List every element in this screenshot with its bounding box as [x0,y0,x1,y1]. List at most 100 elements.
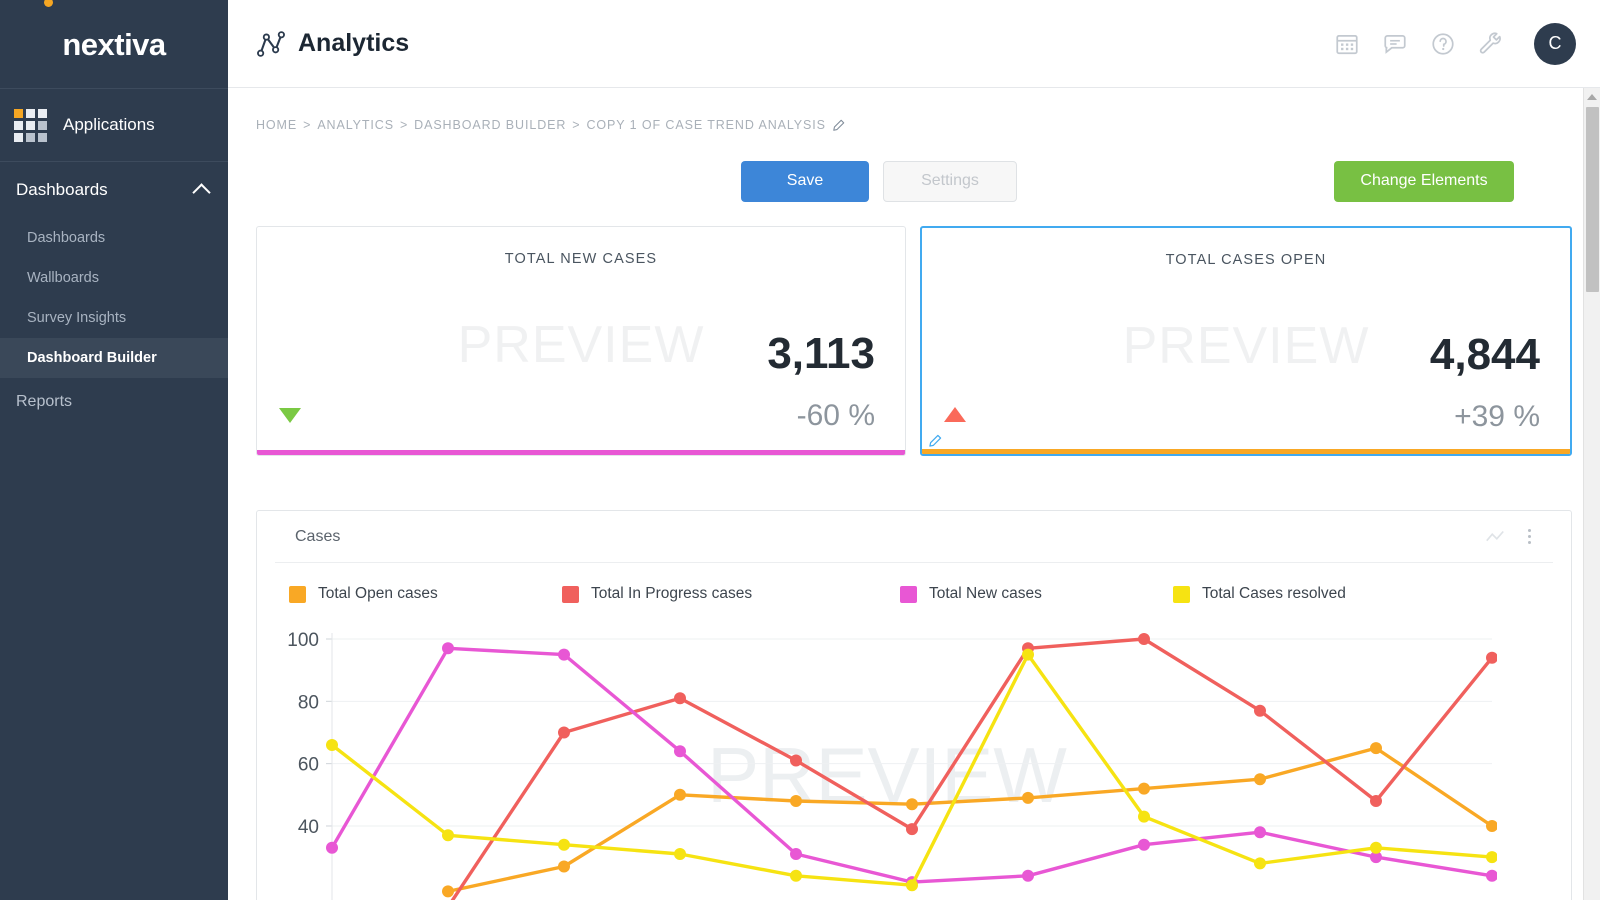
sidebar-item-wallboards[interactable]: Wallboards [0,258,228,298]
sidebar-item-reports[interactable]: Reports [0,378,228,426]
applications-label: Applications [63,115,155,134]
data-point [674,692,686,705]
kpi-title: TOTAL CASES OPEN [1165,252,1327,268]
save-button[interactable]: Save [741,160,869,202]
app-root: nextiva Applications Dashboards Dashboar… [0,0,1600,900]
kpi-card-total-new-cases[interactable]: TOTAL NEW CASES PREVIEW 3,113 -60 % [256,226,906,456]
kpi-card-total-cases-open[interactable]: TOTAL CASES OPEN PREVIEW 4,844 +39 % [920,226,1572,456]
action-toolbar: Save Settings Change Elements [228,132,1600,208]
breadcrumb-separator: > [399,118,409,132]
change-elements-button[interactable]: Change Elements [1334,160,1514,202]
breadcrumb-item-home[interactable]: HOME [256,118,297,132]
chart-title: Cases [295,527,341,545]
y-tick-label: 100 [287,630,319,651]
sidebar-item-label: Survey Insights [27,310,127,326]
scrollbar-up-arrow[interactable] [1584,88,1600,105]
sidebar-item-survey-insights[interactable]: Survey Insights [0,298,228,338]
data-point [790,754,802,767]
data-point [326,739,338,751]
kpi-card-row: TOTAL NEW CASES PREVIEW 3,113 -60 % TOTA… [228,208,1600,456]
chart-toolbar [1484,526,1533,548]
brand-logo-dot [44,0,53,7]
data-point [442,829,454,842]
breadcrumb: HOME > ANALYTICS > DASHBOARD BUILDER > C… [228,88,1600,132]
sidebar-section-label: Dashboards [16,180,108,199]
wrench-icon[interactable] [1478,31,1504,57]
sidebar-item-label: Wallboards [27,270,99,286]
kpi-accent-bar [922,449,1570,454]
settings-button[interactable]: Settings [883,160,1017,202]
chart-svg[interactable]: PREVIEW 40 60 80 100 [277,617,1497,900]
data-point [906,879,918,892]
data-point [790,848,802,860]
kpi-delta: +39 % [1454,400,1540,433]
breadcrumb-item-analytics[interactable]: ANALYTICS [317,118,394,132]
sidebar-item-label: Reports [16,393,73,410]
data-point [1022,791,1034,804]
chart-watermark: PREVIEW [707,731,1067,819]
chart-legend: Total Open cases Total In Progress cases… [257,563,1571,603]
breadcrumb-item-current[interactable]: COPY 1 OF CASE TREND ANALYSIS [587,118,826,132]
legend-label: Total New cases [929,585,1042,602]
kpi-value: 3,113 [767,329,875,378]
data-point [442,642,454,655]
line-chart-toggle-icon[interactable] [1484,526,1506,548]
avatar[interactable]: C [1534,22,1576,65]
trend-up-icon [944,407,966,422]
legend-label: Total Open cases [318,585,438,602]
pencil-icon[interactable] [928,434,942,448]
data-point [1254,704,1266,717]
content-scroll-area: HOME > ANALYTICS > DASHBOARD BUILDER > C… [228,88,1600,900]
data-point [674,848,686,860]
chart-y-axis-labels: 40 60 80 100 [287,630,319,838]
legend-label: Total Cases resolved [1202,585,1346,602]
vertical-scrollbar[interactable] [1583,88,1600,900]
kpi-value: 4,844 [1429,330,1540,379]
sidebar: nextiva Applications Dashboards Dashboar… [0,0,228,900]
data-point [1486,851,1497,864]
legend-item-total-cases-resolved[interactable]: Total Cases resolved [1173,585,1346,603]
sidebar-item-dashboards[interactable]: Dashboards [0,218,228,258]
legend-label: Total In Progress cases [591,585,753,602]
top-bar-actions: C [1334,22,1576,65]
more-options-icon[interactable] [1526,527,1533,546]
scrollbar-thumb[interactable] [1586,107,1599,292]
breadcrumb-item-dashboard-builder[interactable]: DASHBOARD BUILDER [414,118,566,132]
data-point [442,885,454,898]
sidebar-item-applications[interactable]: Applications [0,89,228,161]
data-point [1138,782,1150,795]
legend-item-total-in-progress-cases[interactable]: Total In Progress cases [562,585,900,603]
sidebar-section-dashboards[interactable]: Dashboards [0,162,228,218]
legend-swatch [900,585,917,603]
data-point [1486,869,1497,882]
avatar-initial: C [1548,33,1562,53]
trend-down-icon [279,408,301,423]
legend-item-total-new-cases[interactable]: Total New cases [900,585,1173,603]
data-point [1370,841,1382,854]
brand-logo[interactable]: nextiva [0,0,228,88]
calendar-icon[interactable] [1334,31,1360,57]
help-icon[interactable] [1430,31,1456,57]
sidebar-item-label: Dashboards [27,230,106,246]
y-tick-label: 40 [298,817,319,838]
legend-item-total-open-cases[interactable]: Total Open cases [289,585,562,603]
data-point [906,798,918,811]
sidebar-item-dashboard-builder[interactable]: Dashboard Builder [0,338,228,378]
data-point [906,823,918,836]
chat-icon[interactable] [1382,31,1408,57]
page-title-group: Analytics [256,29,409,59]
data-point [790,869,802,882]
data-point [1370,795,1382,807]
pencil-icon[interactable] [832,119,845,132]
data-point [1254,826,1266,839]
data-point [1138,838,1150,851]
data-point [1138,810,1150,823]
data-point [558,648,570,661]
top-bar: Analytics C [228,0,1600,88]
legend-swatch [289,585,306,603]
data-point [326,841,338,854]
data-point [674,745,686,758]
data-point [1138,633,1150,645]
y-tick-label: 80 [298,692,319,713]
chevron-up-icon [194,182,210,198]
